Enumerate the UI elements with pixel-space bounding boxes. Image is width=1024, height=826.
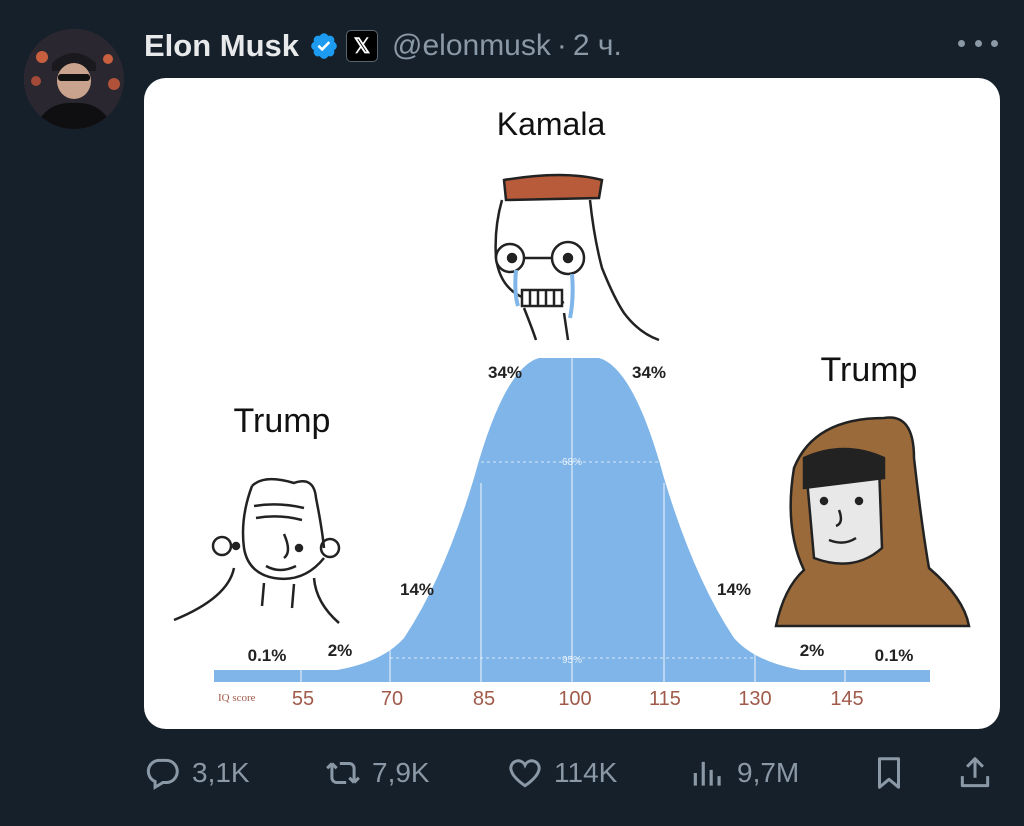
post-time[interactable]: 2 ч. (573, 29, 622, 63)
like-count: 114K (554, 757, 618, 788)
views-button[interactable]: 9,7M (689, 748, 799, 798)
separator-dot: · (556, 29, 567, 62)
trump-right-label: Trump (821, 351, 918, 389)
pct-right-34: 34% (632, 363, 666, 382)
tick-85: 85 (473, 688, 495, 710)
tick-70: 70 (381, 688, 403, 710)
views-chart-icon (693, 761, 721, 786)
author-name[interactable]: Elon Musk (144, 28, 299, 64)
avatar-image (24, 29, 124, 129)
pct-right-0-1: 0.1% (875, 646, 914, 665)
pct-center-95: 95% (562, 655, 582, 666)
right-character-drawing (774, 416, 971, 628)
axis-ticks: 55 70 85 100 115 130 145 (292, 688, 864, 710)
kamala-label: Kamala (497, 106, 606, 142)
repost-button[interactable]: 7,9K (324, 748, 430, 798)
heart-icon (509, 759, 541, 788)
bookmark-button[interactable] (870, 748, 908, 798)
post-header: Elon Musk 𝕏 @elonmusk · 2 ч. (144, 26, 622, 66)
x-affiliation-badge: 𝕏 (346, 30, 379, 62)
tick-100: 100 (558, 688, 591, 710)
author-handle[interactable]: @elonmusk (392, 29, 551, 63)
trump-left-label: Trump (234, 402, 331, 440)
post-media-image[interactable]: Kamala Trump Trump 0.1% 2% 14% 34% 34% 1… (144, 78, 1000, 729)
pct-left-2: 2% (328, 641, 353, 660)
view-count: 9,7M (737, 757, 800, 788)
like-button[interactable]: 114K (506, 748, 617, 798)
pct-left-14: 14% (400, 580, 434, 599)
more-dot-icon (958, 39, 965, 47)
pct-left-34: 34% (488, 363, 522, 382)
axis-title: IQ score (218, 692, 256, 704)
center-character-drawing (494, 173, 660, 342)
repost-count: 7,9K (372, 757, 430, 788)
left-character-drawing (173, 477, 341, 624)
bell-curve-meme: Kamala Trump Trump 0.1% 2% 14% 34% 34% 1… (173, 106, 971, 710)
share-icon (960, 757, 990, 788)
verified-badge-icon (311, 33, 337, 59)
more-dot-icon (991, 39, 998, 47)
reply-button[interactable]: 3,1K (144, 748, 250, 798)
tick-55: 55 (292, 688, 314, 710)
pct-right-14: 14% (717, 580, 751, 599)
tick-145: 145 (830, 688, 863, 710)
tick-130: 130 (738, 688, 771, 710)
bookmark-icon (877, 757, 901, 789)
reply-icon (146, 758, 179, 790)
more-dot-icon (974, 39, 982, 47)
author-avatar[interactable] (24, 29, 124, 129)
pct-center-68: 68% (562, 457, 582, 468)
more-options-button[interactable] (958, 33, 998, 53)
repost-icon (326, 761, 360, 785)
tick-115: 115 (649, 688, 681, 710)
pct-left-0-1: 0.1% (248, 646, 287, 665)
reply-count: 3,1K (192, 757, 250, 788)
pct-right-2: 2% (800, 641, 825, 660)
share-button[interactable] (956, 748, 994, 798)
post-actions-bar: 3,1K 7,9K 114K 9,7M (144, 748, 1000, 798)
